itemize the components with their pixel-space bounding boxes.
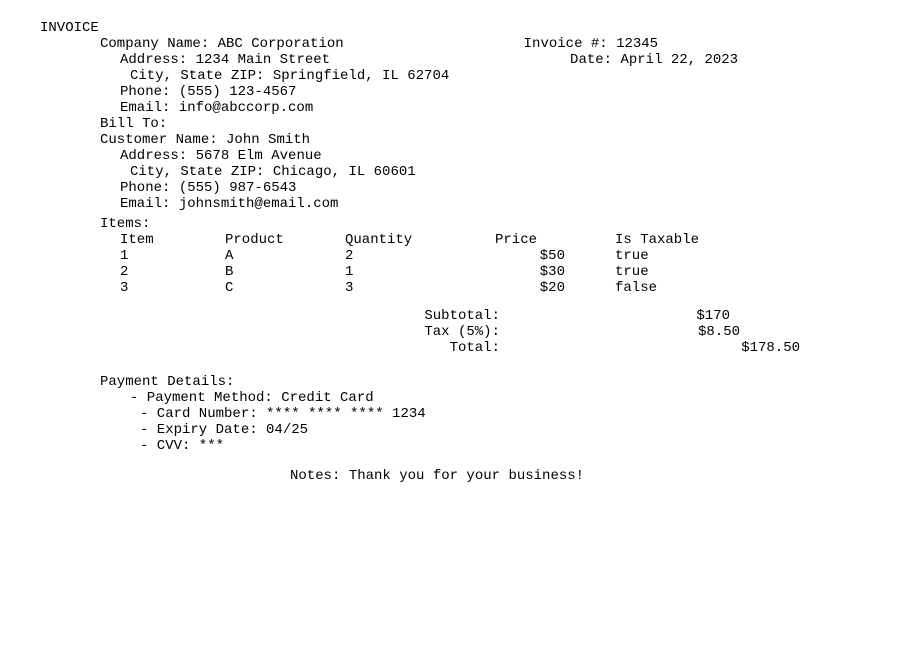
customer-address-label: Address:	[120, 148, 196, 164]
item-product: A	[225, 248, 345, 264]
company-email: info@abccorp.com	[179, 100, 313, 116]
customer-address: 5678 Elm Avenue	[196, 148, 322, 164]
header-price: Price	[495, 232, 615, 248]
customer-email-label: Email:	[120, 196, 179, 212]
item-product: C	[225, 280, 345, 296]
item-number: 2	[100, 264, 225, 280]
table-row: 1 A 2 $50 true	[100, 248, 883, 264]
subtotal-value: $170	[510, 308, 730, 324]
invoice-date-label: Date:	[570, 52, 620, 68]
invoice-title: INVOICE	[40, 20, 883, 36]
payment-heading: Payment Details:	[40, 374, 883, 390]
customer-name: John Smith	[226, 132, 310, 148]
header-item: Item	[100, 232, 225, 248]
payment-method: - Payment Method: Credit Card	[40, 390, 883, 406]
header-quantity: Quantity	[345, 232, 495, 248]
total-value: $178.50	[510, 340, 800, 356]
notes-label: Notes:	[290, 468, 349, 484]
subtotal-label: Subtotal:	[100, 308, 510, 324]
item-qty: 1	[345, 264, 495, 280]
total-label: Total:	[100, 340, 510, 356]
company-address: 1234 Main Street	[196, 52, 330, 68]
customer-csz-label: City, State ZIP:	[130, 164, 273, 180]
company-csz: Springfield, IL 62704	[273, 68, 449, 84]
item-product: B	[225, 264, 345, 280]
company-phone-label: Phone:	[120, 84, 179, 100]
item-number: 3	[100, 280, 225, 296]
payment-expiry: - Expiry Date: 04/25	[40, 422, 883, 438]
header-taxable: Is Taxable	[615, 232, 795, 248]
table-row: 3 C 3 $20 false	[100, 280, 883, 296]
customer-phone: (555) 987-6543	[179, 180, 297, 196]
customer-phone-label: Phone:	[120, 180, 179, 196]
tax-value: $8.50	[510, 324, 740, 340]
invoice-number-label: Invoice #:	[524, 36, 616, 52]
customer-csz: Chicago, IL 60601	[273, 164, 416, 180]
payment-cvv: - CVV: ***	[40, 438, 883, 454]
item-qty: 2	[345, 248, 495, 264]
items-heading: Items:	[100, 216, 883, 232]
header-product: Product	[225, 232, 345, 248]
company-email-label: Email:	[120, 100, 179, 116]
notes-text: Thank you for your business!	[349, 468, 584, 484]
item-price: $30	[495, 264, 615, 280]
customer-email: johnsmith@email.com	[179, 196, 339, 212]
item-taxable: true	[615, 248, 735, 264]
bill-to-heading: Bill To:	[40, 116, 883, 132]
company-address-label: Address:	[120, 52, 196, 68]
invoice-number: 12345	[616, 36, 658, 52]
item-taxable: true	[615, 264, 735, 280]
company-name: ABC Corporation	[218, 36, 344, 52]
invoice-date: April 22, 2023	[620, 52, 738, 68]
item-price: $20	[495, 280, 615, 296]
customer-name-label: Customer Name:	[100, 132, 226, 148]
company-phone: (555) 123-4567	[179, 84, 297, 100]
payment-card: - Card Number: **** **** **** 1234	[40, 406, 883, 422]
item-taxable: false	[615, 280, 735, 296]
item-number: 1	[100, 248, 225, 264]
tax-label: Tax (5%):	[100, 324, 510, 340]
item-price: $50	[495, 248, 615, 264]
table-row: 2 B 1 $30 true	[100, 264, 883, 280]
company-csz-label: City, State ZIP:	[130, 68, 273, 84]
company-name-label: Company Name:	[100, 36, 218, 52]
item-qty: 3	[345, 280, 495, 296]
items-header-row: Item Product Quantity Price Is Taxable	[100, 232, 883, 248]
